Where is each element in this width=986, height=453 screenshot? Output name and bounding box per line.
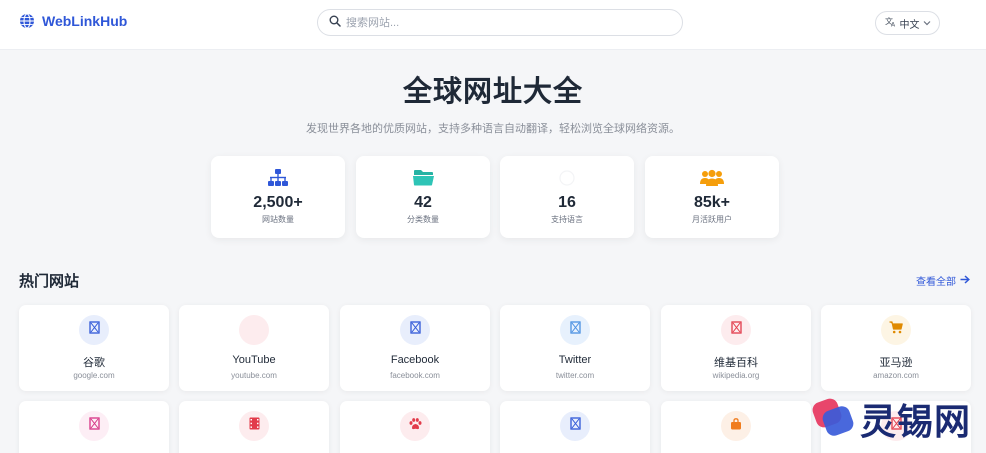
broken-image-icon (569, 417, 581, 435)
site-icon-bg (881, 315, 911, 345)
site-domain: google.com (73, 371, 115, 380)
stat-value: 16 (558, 194, 576, 211)
cart-icon (889, 321, 903, 339)
top-header: WebLinkHub 文 A 中文 (0, 0, 986, 50)
site-card-facebook[interactable]: Facebook facebook.com (340, 305, 490, 391)
search-input[interactable] (346, 16, 666, 29)
stat-value: 2,500+ (253, 194, 303, 211)
site-card[interactable] (661, 401, 811, 453)
site-icon-bg (400, 411, 430, 441)
view-all-link[interactable]: 查看全部 (916, 273, 970, 288)
film-icon (249, 417, 260, 435)
site-icon-bg (239, 411, 269, 441)
broken-image-icon (569, 321, 581, 339)
watermark-text: 灵锡网 (860, 402, 972, 443)
view-all-label: 查看全部 (916, 277, 956, 288)
site-icon-bg (560, 315, 590, 345)
sitemap-icon (211, 169, 345, 189)
site-domain: wikipedia.org (712, 371, 760, 380)
svg-text:A: A (891, 22, 896, 28)
stat-value: 42 (414, 194, 432, 211)
site-card-youtube[interactable]: YouTube youtube.com (179, 305, 329, 391)
chevron-down-icon (923, 19, 931, 28)
site-domain: youtube.com (231, 371, 277, 380)
section-title: 热门网站 (19, 273, 80, 290)
broken-image-icon (88, 417, 100, 435)
stat-label: 月活跃用户 (692, 215, 732, 224)
site-card-google[interactable]: 谷歌 google.com (19, 305, 169, 391)
bag-icon (730, 417, 742, 435)
site-card-wikipedia[interactable]: 维基百科 wikipedia.org (661, 305, 811, 391)
site-name: Twitter (558, 354, 592, 366)
stat-value: 85k+ (693, 194, 731, 211)
watermark-logo-icon (812, 396, 856, 443)
site-name: 亚马逊 (879, 357, 913, 369)
site-icon-bg (79, 315, 109, 345)
site-card[interactable] (179, 401, 329, 453)
site-icon-bg (79, 411, 109, 441)
logo-text: WebLinkHub (42, 13, 128, 29)
watermark: 灵锡网 (812, 393, 971, 445)
stat-card-languages: 16 支持语言 (500, 156, 634, 238)
language-label: 中文 (899, 19, 920, 31)
site-icon-bg (400, 315, 430, 345)
folder-icon (356, 169, 490, 189)
site-icon-bg (721, 315, 751, 345)
arrow-right-icon (960, 274, 970, 287)
page-title: 全球网址大全 (402, 76, 583, 108)
site-icon-bg (560, 411, 590, 441)
stat-label: 网站数量 (262, 215, 294, 224)
broken-image-icon (730, 321, 742, 339)
stat-card-categories: 42 分类数量 (356, 156, 490, 238)
site-card-twitter[interactable]: Twitter twitter.com (500, 305, 650, 391)
users-icon (645, 169, 779, 189)
site-domain: twitter.com (555, 371, 595, 380)
stat-card-sites: 2,500+ 网站数量 (211, 156, 345, 238)
site-card[interactable] (340, 401, 490, 453)
site-domain: facebook.com (390, 371, 440, 380)
site-name: Facebook (390, 354, 440, 366)
language-selector[interactable]: 文 A 中文 (875, 11, 940, 35)
site-name: 维基百科 (714, 357, 758, 369)
logo[interactable]: WebLinkHub (19, 13, 127, 29)
stat-label: 分类数量 (407, 215, 439, 224)
site-icon-bg (721, 411, 751, 441)
site-name: YouTube (232, 354, 276, 366)
site-domain: amazon.com (873, 371, 919, 380)
broken-image-icon (88, 321, 100, 339)
site-card-amazon[interactable]: 亚马逊 amazon.com (821, 305, 971, 391)
language-icon (500, 169, 634, 189)
broken-image-icon (409, 321, 421, 339)
translate-icon: 文 A (885, 16, 897, 30)
search-bar[interactable] (317, 9, 683, 36)
search-icon (329, 14, 341, 32)
globe-icon (19, 13, 35, 29)
site-card[interactable] (19, 401, 169, 453)
page-subtitle: 发现世界各地的优质网站，支持多种语言自动翻译，轻松浏览全球网络资源。 (306, 123, 680, 135)
stat-card-users: 85k+ 月活跃用户 (645, 156, 779, 238)
site-icon-bg (239, 315, 269, 345)
stat-label: 支持语言 (551, 215, 583, 224)
site-name: 谷歌 (83, 357, 105, 369)
site-card[interactable] (500, 401, 650, 453)
paw-icon (409, 417, 422, 435)
